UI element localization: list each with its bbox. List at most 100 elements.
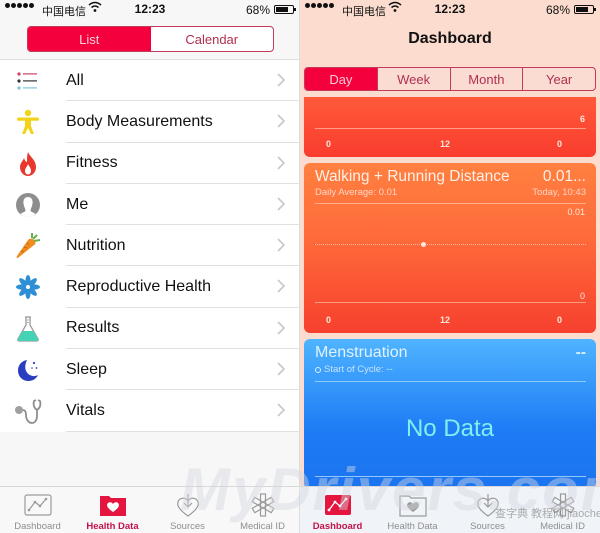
page-title: Dashboard: [408, 30, 492, 47]
x-axis-label-start: 0: [326, 315, 332, 325]
body-figure-icon: [13, 109, 43, 135]
x-axis-label-mid: 12: [440, 139, 451, 149]
list-icon: [13, 68, 43, 94]
walking-running-distance-card[interactable]: Walking + Running Distance 0.01... Daily…: [304, 163, 596, 333]
category-label: Vitals: [66, 402, 105, 420]
category-label: Nutrition: [66, 236, 126, 254]
chart-icon: [23, 493, 53, 517]
tab-label: Medical ID: [240, 521, 285, 532]
x-axis-label-end: 0: [557, 139, 563, 149]
segment-list[interactable]: List: [28, 27, 151, 51]
tab-dashboard[interactable]: Dashboard: [0, 487, 75, 533]
tab-label: Health Data: [86, 521, 139, 532]
card-title: Walking + Running Distance: [315, 168, 510, 185]
status-bar: 中国电信 12:23 68%: [0, 0, 299, 20]
status-bar: 中国电信 12:23 68%: [300, 0, 600, 20]
tab-label: Medical ID: [540, 521, 585, 532]
category-row-body-measurements[interactable]: Body Measurements: [0, 101, 299, 143]
category-label: Results: [66, 319, 120, 337]
battery-icon: [274, 5, 296, 14]
category-row-all[interactable]: All: [0, 60, 299, 102]
category-label: Reproductive Health: [66, 278, 211, 296]
segment-calendar[interactable]: Calendar: [151, 27, 274, 51]
chevron-right-icon: [277, 197, 286, 211]
tab-label: Dashboard: [312, 521, 363, 532]
view-mode-segmented-control: List Calendar: [27, 26, 274, 52]
tab-sources[interactable]: Sources: [450, 487, 525, 533]
chevron-right-icon: [277, 321, 286, 335]
heart-folder-icon: [98, 493, 128, 517]
x-axis-label-start: 0: [326, 139, 332, 149]
category-row-sleep[interactable]: Sleep: [0, 349, 299, 391]
chevron-right-icon: [277, 279, 286, 294]
tab-sources[interactable]: Sources: [150, 487, 225, 533]
chevron-right-icon: [277, 362, 286, 376]
tab-health-data[interactable]: Health Data: [375, 487, 450, 533]
tab-dashboard[interactable]: Dashboard: [300, 487, 375, 533]
category-row-fitness[interactable]: Fitness: [0, 143, 299, 184]
category-label: All: [66, 71, 84, 89]
card-daily-average: Daily Average: 0.01: [315, 187, 398, 198]
tab-label: Health Data: [387, 521, 438, 532]
battery-percent: 68%: [245, 3, 270, 17]
medical-star-icon: [548, 493, 578, 517]
card-value: 0.01...: [542, 168, 586, 185]
category-label: Me: [66, 195, 89, 213]
data-line: [315, 244, 586, 245]
tab-medical-id[interactable]: Medical ID: [525, 487, 600, 533]
segment-day[interactable]: Day: [305, 68, 378, 90]
chevron-right-icon: [277, 156, 286, 170]
category-row-vitals[interactable]: Vitals: [0, 390, 299, 432]
card-timestamp: Today, 10:43: [532, 187, 586, 198]
menstruation-card[interactable]: Menstruation -- Start of Cycle: -- No Da…: [304, 339, 596, 489]
x-axis-label-mid: 12: [440, 315, 451, 325]
heart-download-icon: [173, 493, 203, 517]
medical-star-icon: [248, 493, 278, 517]
header-divider: [315, 381, 586, 382]
dashboard-screen: 中国电信 12:23 68% Dashboard Day Week Month …: [300, 0, 600, 533]
category-row-me[interactable]: Me: [0, 184, 299, 226]
data-point[interactable]: [421, 242, 426, 247]
category-label: Fitness: [66, 154, 118, 172]
chart-baseline: [315, 302, 586, 303]
flask-icon: [13, 316, 43, 342]
flame-icon: [13, 151, 43, 177]
chart-icon: [323, 493, 353, 517]
battery-percent: 68%: [545, 3, 570, 17]
tab-bar: Dashboard Health Data Sources Medical ID: [0, 486, 299, 533]
card-title: Menstruation: [315, 344, 408, 361]
y-axis-min-label: 0: [579, 291, 585, 301]
cycle-ring-icon: [315, 366, 321, 373]
health-data-screen: 中国电信 12:23 68% List Calendar All Body Me…: [0, 0, 300, 533]
stethoscope-icon: [13, 398, 43, 425]
no-data-label: No Data: [405, 415, 495, 442]
person-silhouette-icon: [13, 192, 43, 218]
segment-year[interactable]: Year: [523, 68, 595, 90]
category-row-reproductive-health[interactable]: Reproductive Health: [0, 266, 299, 308]
chevron-right-icon: [277, 403, 286, 417]
segment-week[interactable]: Week: [378, 68, 451, 90]
health-card-previous[interactable]: 6 0 12 0: [304, 97, 596, 157]
heart-download-icon: [473, 493, 503, 517]
chart-baseline: [315, 128, 586, 129]
tab-label: Dashboard: [14, 521, 61, 532]
start-of-cycle-label: Start of Cycle: --: [324, 364, 393, 375]
snowflake-flower-icon: [13, 274, 43, 300]
category-row-results[interactable]: Results: [0, 308, 299, 350]
tab-bar: Dashboard Health Data Sources Medical ID: [300, 486, 600, 533]
category-row-nutrition[interactable]: Nutrition: [0, 225, 299, 267]
card-subtitle: Start of Cycle: --: [315, 364, 393, 375]
chart-baseline: [315, 476, 586, 477]
segment-month[interactable]: Month: [451, 68, 524, 90]
category-list: All Body Measurements Fitness Me Nutriti…: [0, 60, 299, 432]
x-axis-label-end: 0: [557, 315, 563, 325]
row-divider: [66, 430, 299, 432]
time-range-segmented-control: Day Week Month Year: [304, 67, 596, 91]
tab-health-data[interactable]: Health Data: [75, 487, 150, 533]
category-label: Body Measurements: [66, 112, 213, 130]
battery-icon: [574, 5, 596, 14]
moon-stars-icon: [13, 357, 43, 383]
y-axis-max-label: 0.01: [567, 207, 585, 217]
chevron-right-icon: [277, 238, 286, 252]
tab-medical-id[interactable]: Medical ID: [225, 487, 299, 533]
